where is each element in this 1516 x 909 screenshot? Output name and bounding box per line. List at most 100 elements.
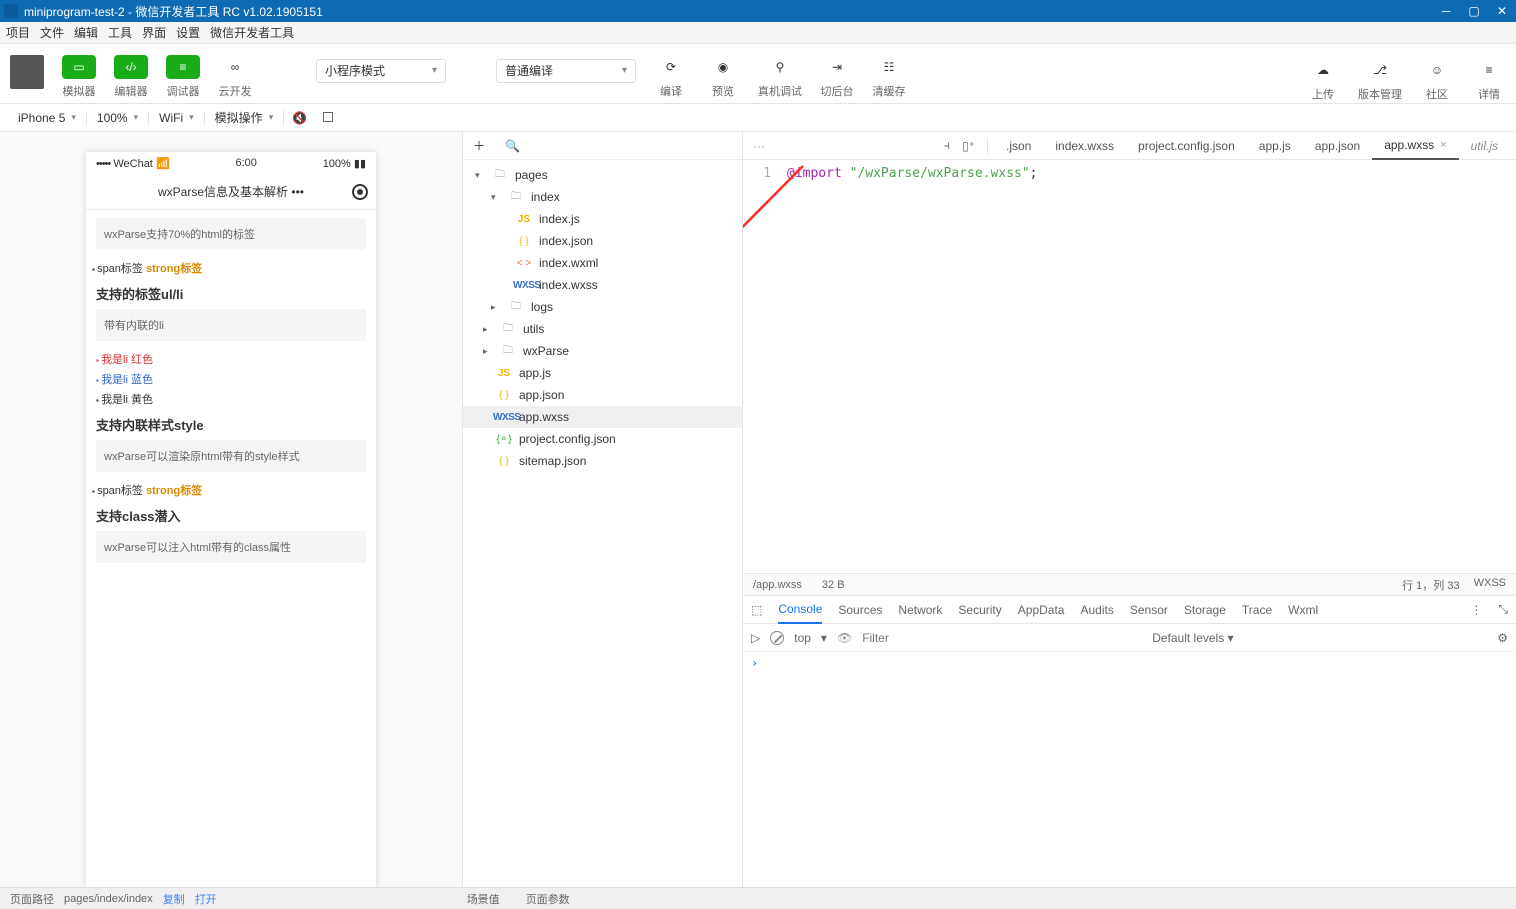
menu-devtools[interactable]: 微信开发者工具 <box>210 24 294 41</box>
search-icon[interactable]: 🔍 <box>505 139 520 153</box>
menu-ui[interactable]: 界面 <box>142 24 166 41</box>
folder-logs[interactable]: ▸🗀logs <box>463 296 742 318</box>
devtab-sources[interactable]: Sources <box>838 603 882 617</box>
tab-index-wxss[interactable]: index.wxss <box>1043 132 1126 160</box>
file-project-config[interactable]: {⚬}project.config.json <box>463 428 742 450</box>
upload-button[interactable]: ☁上传 <box>1306 58 1340 102</box>
clear-cache-button[interactable]: ☷清缓存 <box>872 55 906 99</box>
console-filter-input[interactable] <box>862 631 1042 645</box>
tab-json[interactable]: .json <box>994 132 1043 160</box>
page-params-label[interactable]: 页面参数 <box>526 891 570 907</box>
copy-link[interactable]: 复制 <box>163 891 185 907</box>
mode-select[interactable]: 小程序模式 <box>316 59 446 83</box>
devtab-storage[interactable]: Storage <box>1184 603 1226 617</box>
split-icon[interactable]: ⫞ <box>938 138 956 153</box>
network-select[interactable]: WiFi▾ <box>149 111 205 125</box>
file-sitemap-json[interactable]: { }sitemap.json <box>463 450 742 472</box>
phone-content[interactable]: wxParse支持70%的html的标签 span标签 strong标签 支持的… <box>86 210 376 700</box>
page-footer: 页面路径 pages/index/index 复制 打开 场景值 页面参数 <box>0 887 1516 909</box>
battery-icon: ▮▮ <box>354 158 366 170</box>
community-button[interactable]: ☺社区 <box>1420 58 1454 102</box>
log-level-select[interactable]: Default levels ▾ <box>1152 631 1233 645</box>
menu-file[interactable]: 文件 <box>40 24 64 41</box>
editor-tabs: ··· ⫞ ▯⁺ .json index.wxss project.config… <box>743 132 1516 160</box>
clear-console-icon[interactable] <box>770 631 784 645</box>
page-path-label: 页面路径 <box>10 891 54 907</box>
main-toolbar: ▭模拟器 ‹/›编辑器 ≡调试器 ∞云开发 小程序模式 普通编译 ⟳编译 ◉预览… <box>0 44 1516 104</box>
console-output[interactable]: › <box>743 652 1516 887</box>
code-editor[interactable]: 1 @import "/wxParse/wxParse.wxss"; <box>743 160 1516 573</box>
folder-wxparse[interactable]: ▸🗀wxParse <box>463 340 742 362</box>
file-index-json[interactable]: { }index.json <box>463 230 742 252</box>
tab-project-config[interactable]: project.config.json <box>1126 132 1247 160</box>
preview-button[interactable]: ◉预览 <box>706 55 740 99</box>
devtools-more-icon[interactable]: ⋮ <box>1470 603 1482 617</box>
editor-toggle[interactable]: ‹/›编辑器 <box>114 55 148 99</box>
debugger-toggle[interactable]: ≡调试器 <box>166 55 200 99</box>
file-index-js[interactable]: JSindex.js <box>463 208 742 230</box>
editor-statusbar: /app.wxss 32 B 行 1，列 33 WXSS <box>743 573 1516 595</box>
annotation-arrow <box>743 160 1516 600</box>
detach-icon[interactable] <box>315 111 341 125</box>
menubar: 项目 文件 编辑 工具 界面 设置 微信开发者工具 <box>0 22 1516 44</box>
mute-icon[interactable]: 🔇 <box>284 111 315 125</box>
line-number: 1 <box>743 166 771 181</box>
menu-tools[interactable]: 工具 <box>108 24 132 41</box>
file-app-wxss[interactable]: WXSSapp.wxss <box>463 406 742 428</box>
panel-toggle-icon[interactable]: ▯⁺ <box>956 139 981 153</box>
scene-label[interactable]: 场景值 <box>467 891 500 907</box>
file-index-wxss[interactable]: WXSSindex.wxss <box>463 274 742 296</box>
minimize-button[interactable]: ─ <box>1432 0 1460 22</box>
devtab-security[interactable]: Security <box>958 603 1001 617</box>
tab-app-js[interactable]: app.js <box>1247 132 1303 160</box>
new-file-icon[interactable]: ＋ <box>473 137 485 154</box>
devtab-network[interactable]: Network <box>898 603 942 617</box>
tab-util-js[interactable]: util.js <box>1459 132 1510 160</box>
phone-statusbar: ••••• WeChat 📶 6:00 100% ▮▮ <box>86 152 376 174</box>
menu-edit[interactable]: 编辑 <box>74 24 98 41</box>
devtab-wxml[interactable]: Wxml <box>1288 603 1318 617</box>
remote-debug-button[interactable]: ⚲真机调试 <box>758 55 802 99</box>
detail-button[interactable]: ≡详情 <box>1472 58 1506 102</box>
folder-index[interactable]: ▾🗀index <box>463 186 742 208</box>
folder-utils[interactable]: ▸🗀utils <box>463 318 742 340</box>
open-link[interactable]: 打开 <box>195 891 217 907</box>
file-size: 32 B <box>822 579 845 591</box>
compile-button[interactable]: ⟳编译 <box>654 55 688 99</box>
device-select[interactable]: iPhone 5▾ <box>8 111 87 125</box>
close-button[interactable]: ✕ <box>1488 0 1516 22</box>
eye-icon[interactable]: 👁 <box>837 631 852 645</box>
tab-app-json[interactable]: app.json <box>1303 132 1372 160</box>
maximize-button[interactable]: ▢ <box>1460 0 1488 22</box>
info-box: wxParse支持70%的html的标签 <box>96 218 366 250</box>
simulator-toggle[interactable]: ▭模拟器 <box>62 55 96 99</box>
devtab-trace[interactable]: Trace <box>1242 603 1272 617</box>
file-app-js[interactable]: JSapp.js <box>463 362 742 384</box>
user-avatar[interactable] <box>10 55 44 89</box>
context-select[interactable]: top ▾ <box>794 631 827 645</box>
devtools-dock-icon[interactable]: ⤡ <box>1498 602 1508 617</box>
cloud-button[interactable]: ∞云开发 <box>218 55 252 99</box>
sim-ops-select[interactable]: 模拟操作▾ <box>205 109 285 126</box>
devtab-console[interactable]: Console <box>778 596 822 624</box>
close-icon[interactable]: × <box>1440 139 1446 151</box>
devtab-appdata[interactable]: AppData <box>1018 603 1065 617</box>
console-settings-icon[interactable]: ⚙ <box>1497 631 1508 645</box>
menu-settings[interactable]: 设置 <box>176 24 200 41</box>
console-play-icon[interactable]: ▷ <box>751 631 760 645</box>
inspect-icon[interactable]: ⬚ <box>751 603 762 617</box>
zoom-select[interactable]: 100%▾ <box>87 111 149 125</box>
nav-close-icon[interactable] <box>352 184 368 200</box>
devtab-sensor[interactable]: Sensor <box>1130 603 1168 617</box>
tabs-overflow-icon[interactable]: ··· <box>753 139 765 153</box>
devtab-audits[interactable]: Audits <box>1080 603 1113 617</box>
version-button[interactable]: ⎇版本管理 <box>1358 58 1402 102</box>
tab-app-wxss[interactable]: app.wxss× <box>1372 132 1458 160</box>
file-app-json[interactable]: { }app.json <box>463 384 742 406</box>
file-index-wxml[interactable]: < >index.wxml <box>463 252 742 274</box>
menu-project[interactable]: 项目 <box>6 24 30 41</box>
background-button[interactable]: ⇥切后台 <box>820 55 854 99</box>
page-path-value: pages/index/index <box>64 893 153 905</box>
compile-mode-select[interactable]: 普通编译 <box>496 59 636 83</box>
folder-pages[interactable]: ▾🗀pages <box>463 164 742 186</box>
